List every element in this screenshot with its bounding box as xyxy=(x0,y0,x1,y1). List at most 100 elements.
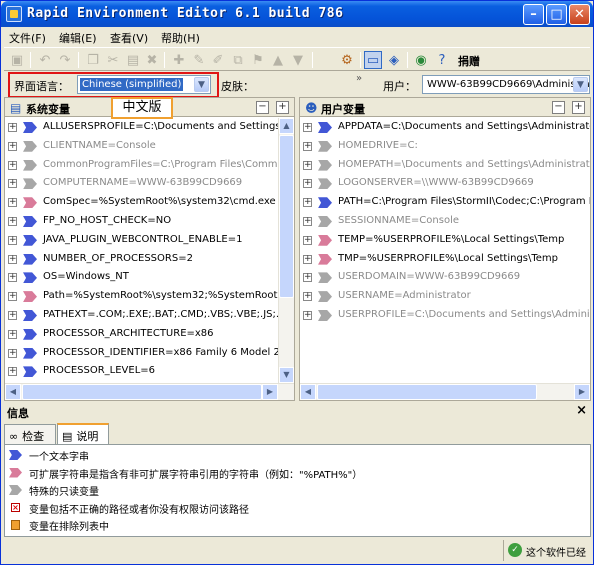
expand-icon[interactable]: + xyxy=(8,141,17,151)
variable-row[interactable]: + TEMP=%USERPROFILE%\Local Settings\Temp xyxy=(300,231,590,250)
expand-icon[interactable]: + xyxy=(8,310,17,320)
menu-help[interactable]: 帮助(H) xyxy=(161,30,200,46)
expand-icon[interactable]: + xyxy=(8,216,17,226)
expand-icon[interactable]: + xyxy=(303,216,312,226)
variable-row[interactable]: + COMPUTERNAME=WWW-63B99CD9669 xyxy=(5,174,278,193)
tag-icon[interactable]: ◈ xyxy=(385,51,403,69)
add-variable-icon[interactable]: ✚ xyxy=(170,51,188,69)
help-icon[interactable]: ? xyxy=(433,51,451,69)
variable-row[interactable]: + PATH=C:\Program Files\StormII\Codec;C:\… xyxy=(300,193,590,212)
clone-icon[interactable]: ⧉ xyxy=(229,51,247,69)
undo-icon[interactable]: ↶ xyxy=(36,51,54,69)
expand-icon[interactable]: + xyxy=(8,329,17,339)
language-select[interactable]: Chinese (simplified) ▼ xyxy=(77,75,211,94)
bookmark-icon[interactable]: ⚑ xyxy=(249,51,267,69)
redo-icon[interactable]: ↷ xyxy=(56,51,74,69)
scroll-up-arrow-icon[interactable]: ▲ xyxy=(279,118,294,134)
expand-icon[interactable]: + xyxy=(8,198,17,208)
tab-description[interactable]: ▤ 说明 xyxy=(57,423,109,445)
scroll-down-arrow-icon[interactable]: ▼ xyxy=(279,367,294,383)
expand-icon[interactable]: + xyxy=(8,292,17,302)
scroll-thumb[interactable] xyxy=(22,384,262,400)
chevron-right-icon[interactable]: » xyxy=(356,73,362,84)
variable-row[interactable]: + FP_NO_HOST_CHECK=NO xyxy=(5,212,278,231)
variable-row[interactable]: + ALLUSERSPROFILE=C:\Documents and Settin… xyxy=(5,118,278,137)
title-bar[interactable]: Rapid Environment Editor 6.1 build 786 –… xyxy=(1,1,593,27)
variable-row[interactable]: + PROCESSOR_IDENTIFIER=x86 Family 6 Model… xyxy=(5,344,278,363)
expand-icon[interactable]: + xyxy=(303,160,312,170)
variable-row[interactable]: + USERDOMAIN=WWW-63B99CD9669 xyxy=(300,268,590,287)
expand-icon[interactable]: + xyxy=(8,179,17,189)
expand-icon[interactable]: + xyxy=(8,254,17,264)
collapse-all-button[interactable]: − xyxy=(256,101,269,114)
scroll-right-arrow-icon[interactable]: ▶ xyxy=(262,384,278,400)
user-select[interactable]: WWW-63B99CD9669\Administra ▼ xyxy=(422,75,590,94)
variable-row[interactable]: + PROCESSOR_ARCHITECTURE=x86 xyxy=(5,325,278,344)
chevron-down-icon[interactable]: ▼ xyxy=(194,77,209,92)
expand-icon[interactable]: + xyxy=(8,235,17,245)
variable-row[interactable]: + USERNAME=Administrator xyxy=(300,287,590,306)
expand-icon[interactable]: + xyxy=(303,123,312,132)
expand-icon[interactable]: + xyxy=(8,273,17,283)
variable-row[interactable]: + PROCESSOR_LEVEL=6 xyxy=(5,362,278,381)
variable-row[interactable]: + CLIENTNAME=Console xyxy=(5,137,278,156)
expand-icon[interactable]: + xyxy=(303,292,312,302)
variable-row[interactable]: + APPDATA=C:\Documents and Settings\Admin… xyxy=(300,118,590,137)
move-down-icon[interactable]: ▼ xyxy=(289,51,307,69)
system-horizontal-scrollbar[interactable]: ◀ ▶ xyxy=(5,383,294,400)
chevron-down-icon[interactable]: ▼ xyxy=(573,77,588,92)
scroll-right-arrow-icon[interactable]: ▶ xyxy=(574,384,590,400)
minimize-button[interactable]: – xyxy=(523,4,544,25)
save-icon[interactable]: ▣ xyxy=(8,51,26,69)
scroll-thumb[interactable] xyxy=(317,384,537,400)
user-horizontal-scrollbar[interactable]: ◀ ▶ xyxy=(300,383,590,400)
variable-row[interactable]: + CommonProgramFiles=C:\Program Files\Com… xyxy=(5,156,278,175)
delete-icon[interactable]: ✖ xyxy=(143,51,161,69)
expand-icon[interactable]: + xyxy=(303,235,312,245)
expand-icon[interactable]: + xyxy=(303,310,312,320)
move-up-icon[interactable]: ▲ xyxy=(269,51,287,69)
variable-row[interactable]: + USERPROFILE=C:\Documents and Settings\A… xyxy=(300,306,590,325)
expand-icon[interactable]: + xyxy=(8,160,17,170)
variable-row[interactable]: + PATHEXT=.COM;.EXE;.BAT;.CMD;.VBS;.VBE;.… xyxy=(5,306,278,325)
add-value-icon[interactable]: ✎ xyxy=(190,51,208,69)
expand-all-button[interactable]: + xyxy=(276,101,289,114)
variable-row[interactable]: + LOGONSERVER=\\WWW-63B99CD9669 xyxy=(300,174,590,193)
menu-file[interactable]: 文件(F) xyxy=(9,30,46,46)
menu-view[interactable]: 查看(V) xyxy=(110,30,148,46)
expand-all-button[interactable]: + xyxy=(572,101,585,114)
expand-icon[interactable]: + xyxy=(8,367,17,377)
paste-icon[interactable]: ▤ xyxy=(124,51,142,69)
scroll-left-arrow-icon[interactable]: ◀ xyxy=(300,384,316,400)
variable-row[interactable]: + HOMEDRIVE=C: xyxy=(300,137,590,156)
variable-row[interactable]: + TMP=%USERPROFILE%\Local Settings\Temp xyxy=(300,250,590,269)
menu-edit[interactable]: 编辑(E) xyxy=(59,30,97,46)
variable-row[interactable]: + Path=%SystemRoot%\system32;%SystemRoot%… xyxy=(5,287,278,306)
variable-row[interactable]: + NUMBER_OF_PROCESSORS=2 xyxy=(5,250,278,269)
tab-inspect[interactable]: ∞ 检查 xyxy=(4,424,56,444)
scroll-thumb[interactable] xyxy=(279,135,294,298)
variable-row[interactable]: + HOMEPATH=\Documents and Settings\Admini… xyxy=(300,156,590,175)
expand-icon[interactable]: + xyxy=(303,254,312,264)
cut-icon[interactable]: ✂ xyxy=(104,51,122,69)
copy-icon[interactable]: ❐ xyxy=(84,51,102,69)
donate-button[interactable]: 捐赠 xyxy=(458,53,480,69)
close-icon[interactable]: × xyxy=(576,403,587,418)
edit-icon[interactable]: ✐ xyxy=(209,51,227,69)
system-vertical-scrollbar[interactable]: ▲ ▼ xyxy=(278,118,294,383)
close-button[interactable]: ✕ xyxy=(569,4,590,25)
variable-row[interactable]: + SESSIONNAME=Console xyxy=(300,212,590,231)
expand-icon[interactable]: + xyxy=(303,141,312,151)
expand-icon[interactable]: + xyxy=(8,348,17,358)
variable-row[interactable]: + ComSpec=%SystemRoot%\system32\cmd.exe xyxy=(5,193,278,212)
expand-icon[interactable]: + xyxy=(8,123,17,132)
window-icon[interactable]: ▭ xyxy=(364,51,382,69)
variable-row[interactable]: + JAVA_PLUGIN_WEBCONTROL_ENABLE=1 xyxy=(5,231,278,250)
expand-icon[interactable]: + xyxy=(303,273,312,283)
maximize-button[interactable]: □ xyxy=(546,4,567,25)
expand-icon[interactable]: + xyxy=(303,198,312,208)
expand-icon[interactable]: + xyxy=(303,179,312,189)
web-icon[interactable]: ◉ xyxy=(412,51,430,69)
scroll-left-arrow-icon[interactable]: ◀ xyxy=(5,384,21,400)
variable-row[interactable]: + OS=Windows_NT xyxy=(5,268,278,287)
